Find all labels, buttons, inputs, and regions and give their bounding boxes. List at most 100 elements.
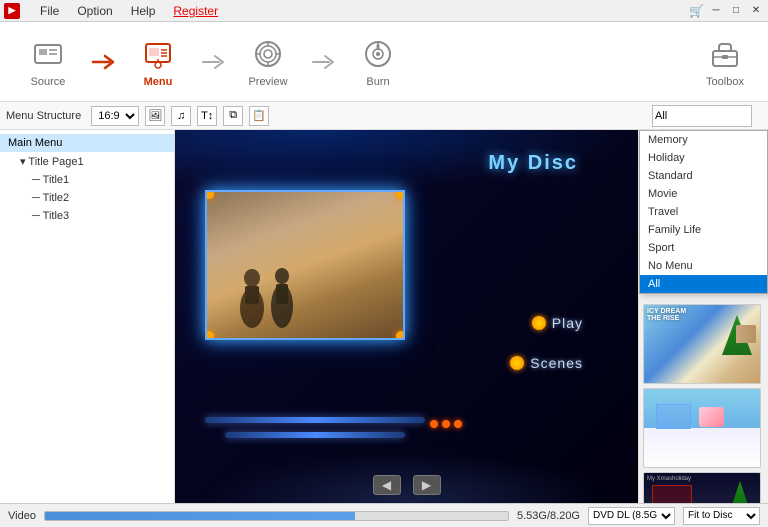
nav-arrows: ◀ ▶: [373, 475, 441, 495]
burn-label: Burn: [366, 76, 389, 88]
tree-item-title3[interactable]: ─ Title3: [0, 207, 174, 225]
menu-structure-label: Menu Structure: [6, 110, 81, 122]
disc-title: My Disc: [488, 152, 578, 175]
tree-item-title-page1[interactable]: ▾ Title Page1: [0, 152, 174, 171]
maximize-button[interactable]: □: [728, 3, 744, 19]
category-select[interactable]: All Memory Holiday Standard Movie Travel…: [652, 105, 752, 127]
canvas-area: My Disc: [175, 130, 638, 503]
cart-icon: 🛒: [689, 4, 704, 18]
toolbox-icon: [707, 36, 743, 72]
play-dot: [532, 316, 546, 330]
menu-file[interactable]: File: [32, 2, 67, 20]
thumb-1-label: ICY DREAMTHE RISE: [647, 308, 686, 322]
corner-light-rb: [396, 331, 405, 340]
menu-icon: [140, 36, 176, 72]
toolbar-item-burn[interactable]: Burn: [338, 26, 418, 98]
video-frame-inner: [207, 192, 403, 338]
title-bar: ▶ File Option Help Register 🛒 ─ □ ✕: [0, 0, 768, 22]
menu-option[interactable]: Option: [69, 2, 120, 20]
aspect-ratio-select[interactable]: 16:9 4:3: [91, 106, 139, 126]
main-menu-label: Main Menu: [8, 137, 62, 149]
source-icon: [30, 36, 66, 72]
title-bar-right: 🛒 ─ □ ✕: [689, 3, 764, 19]
dropdown-item-movie[interactable]: Movie: [640, 185, 767, 203]
app-icon: ▶: [4, 3, 20, 19]
category-dropdown-list: Memory Holiday Standard Movie Travel Fam…: [639, 130, 768, 294]
progress-bar: [44, 511, 509, 521]
toolbar-item-source[interactable]: Source: [8, 26, 88, 98]
thumb-3-label: My Xmasholiday: [647, 476, 691, 482]
dropdown-item-familylife[interactable]: Family Life: [640, 221, 767, 239]
video-figures: [227, 248, 307, 328]
tree-item-title1[interactable]: ─ Title1: [0, 171, 174, 189]
progress-bar-fill: [45, 512, 355, 520]
burn-icon: [360, 36, 396, 72]
arrow-menu-to-preview: [198, 26, 228, 98]
menu-label: Menu: [144, 76, 173, 88]
title-bar-left: ▶ File Option Help Register: [4, 2, 226, 20]
dropdown-item-sport[interactable]: Sport: [640, 239, 767, 257]
play-button[interactable]: Play: [532, 315, 583, 331]
corner-light-rt: [396, 190, 405, 199]
orange-dot-3: [454, 420, 462, 428]
paste-icon-btn[interactable]: 📋: [249, 106, 269, 126]
play-label: Play: [552, 315, 583, 331]
source-label: Source: [31, 76, 66, 88]
video-frame[interactable]: [205, 190, 405, 340]
dash-title2: ─: [32, 192, 43, 204]
main-content: Main Menu ▾ Title Page1 ─ Title1 ─ Title…: [0, 130, 768, 503]
corner-light-lt: [205, 190, 214, 199]
close-button[interactable]: ✕: [748, 3, 764, 19]
dropdown-item-nomenu[interactable]: No Menu: [640, 257, 767, 275]
tree-item-title2[interactable]: ─ Title2: [0, 189, 174, 207]
menu-bar: File Option Help Register: [32, 2, 226, 20]
nav-next-button[interactable]: ▶: [413, 475, 441, 495]
status-label: Video: [8, 510, 36, 522]
sub-toolbar: Menu Structure 16:9 4:3 🖼 ♫ T↕ ⧉ 📋 All M…: [0, 102, 768, 130]
preview-icon: [250, 36, 286, 72]
dropdown-item-travel[interactable]: Travel: [640, 203, 767, 221]
minimize-button[interactable]: ─: [708, 3, 724, 19]
dropdown-item-standard[interactable]: Standard: [640, 167, 767, 185]
toolbar-item-menu[interactable]: Menu: [118, 26, 198, 98]
image-icon-btn[interactable]: 🖼: [145, 106, 165, 126]
arrow-preview-to-burn: [308, 26, 338, 98]
dropdown-item-all[interactable]: All: [640, 275, 767, 293]
text-icon-btn[interactable]: T↕: [197, 106, 217, 126]
menu-help[interactable]: Help: [123, 2, 164, 20]
orange-dots: [430, 420, 462, 428]
dropdown-item-memory[interactable]: Memory: [640, 131, 767, 149]
orange-dot-2: [442, 420, 450, 428]
tree-item-main-menu[interactable]: Main Menu: [0, 134, 174, 152]
menu-register[interactable]: Register: [165, 2, 226, 20]
corner-light-lb: [205, 331, 214, 340]
category-dropdown-container: All Memory Holiday Standard Movie Travel…: [652, 105, 762, 127]
scenes-label: Scenes: [530, 355, 583, 371]
copy-icon-btn[interactable]: ⧉: [223, 106, 243, 126]
status-size: 5.53G/8.20G: [517, 510, 580, 522]
toolbar: Source Menu: [0, 22, 768, 102]
fit-option-select[interactable]: Fit to Disc High Quality Best Quality: [683, 507, 760, 525]
decorative-bar-1: [205, 417, 425, 423]
scenes-dot: [510, 356, 524, 370]
toolbar-item-preview[interactable]: Preview: [228, 26, 308, 98]
arrow-source-to-menu: [88, 26, 118, 98]
scenes-button[interactable]: Scenes: [510, 355, 583, 371]
decorative-bar-2: [225, 432, 405, 438]
nav-prev-button[interactable]: ◀: [373, 475, 401, 495]
disc-type-select[interactable]: DVD DL (8.5G: [588, 507, 675, 525]
dropdown-item-holiday[interactable]: Holiday: [640, 149, 767, 167]
toolbox-label: Toolbox: [706, 76, 744, 88]
toolbar-item-toolbox[interactable]: Toolbox: [690, 26, 760, 98]
thumbnail-2[interactable]: [643, 388, 761, 468]
thumbnail-1[interactable]: ICY DREAMTHE RISE: [643, 304, 761, 384]
preview-label: Preview: [248, 76, 287, 88]
music-icon-btn[interactable]: ♫: [171, 106, 191, 126]
orange-dot-1: [430, 420, 438, 428]
right-panel: Memory Holiday Standard Movie Travel Fam…: [638, 130, 768, 503]
left-panel: Main Menu ▾ Title Page1 ─ Title1 ─ Title…: [0, 130, 175, 503]
disc-preview: My Disc: [175, 130, 638, 503]
thumbnail-3[interactable]: My Xmasholiday: [643, 472, 761, 503]
dash-title3: ─: [32, 210, 43, 222]
status-bar: Video 5.53G/8.20G DVD DL (8.5G Fit to Di…: [0, 503, 768, 527]
